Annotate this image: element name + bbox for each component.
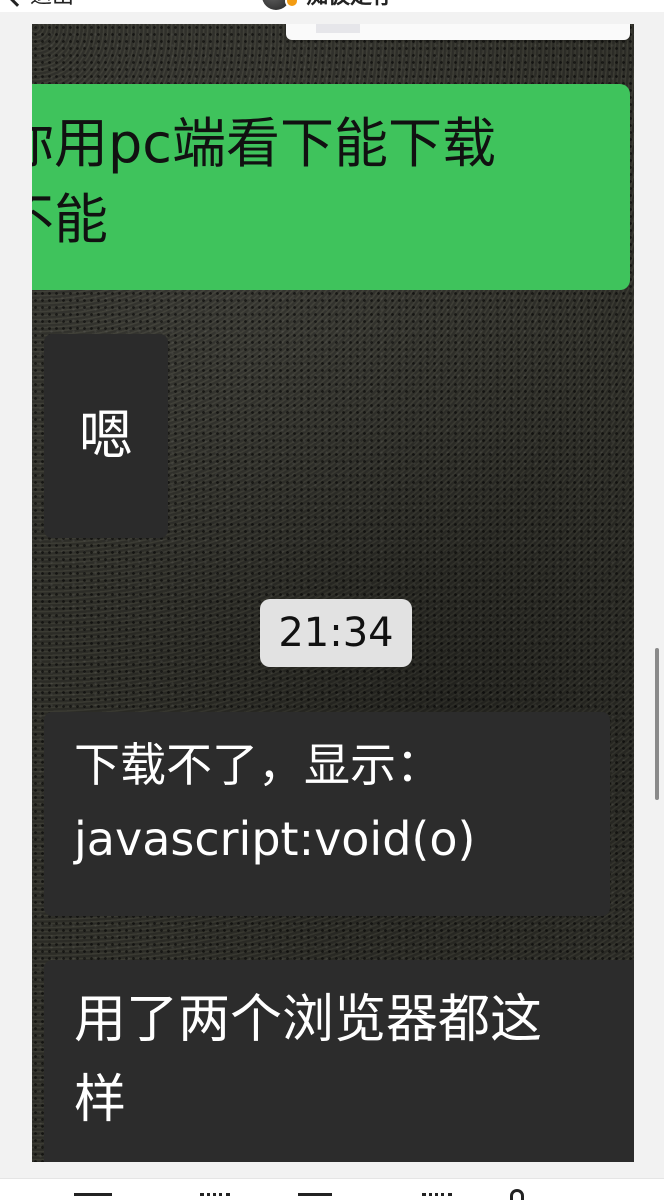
collect-icon[interactable]	[422, 1193, 452, 1200]
message-line: 你用pc端看下能下载	[32, 112, 496, 175]
message-line: 用了两个浏览器都这	[74, 990, 543, 1050]
chat-timestamp: 21:34	[260, 599, 412, 667]
like-icon[interactable]	[298, 1193, 332, 1200]
received-message-bubble: 嗯	[44, 334, 168, 538]
message-line: 样	[74, 1070, 127, 1130]
verified-badge-icon	[285, 0, 299, 8]
sent-message-bubble: 你用pc端看下能下载 不能	[32, 84, 630, 290]
message-line: 不能	[32, 188, 108, 251]
comment-icon[interactable]	[200, 1193, 230, 1200]
user-name[interactable]: 痴仮定存	[306, 0, 394, 10]
quoted-card-thumbnail	[316, 24, 360, 33]
scrollbar[interactable]	[655, 648, 659, 800]
received-message-bubble: 用了两个浏览器都这 样	[44, 960, 634, 1162]
share-icon[interactable]	[510, 1189, 524, 1200]
back-button[interactable]: 退出	[2, 0, 74, 10]
top-app-bar: 退出 痴仮定存	[0, 0, 664, 12]
received-message-bubble: 下载不了，显示： javascript:void(o)	[44, 712, 610, 916]
back-label: 退出	[30, 0, 74, 10]
chat-screenshot-image[interactable]: 你用pc端看下能下载 不能 嗯 21:34 下载不了，显示： javascrip…	[32, 24, 634, 1162]
message-line: javascript:void(o)	[74, 812, 476, 866]
forward-icon[interactable]	[74, 1193, 112, 1200]
message-line: 下载不了，显示：	[74, 738, 442, 792]
chevron-left-icon	[7, 0, 27, 7]
bottom-toolbar	[0, 1178, 664, 1200]
quoted-card	[286, 24, 630, 40]
